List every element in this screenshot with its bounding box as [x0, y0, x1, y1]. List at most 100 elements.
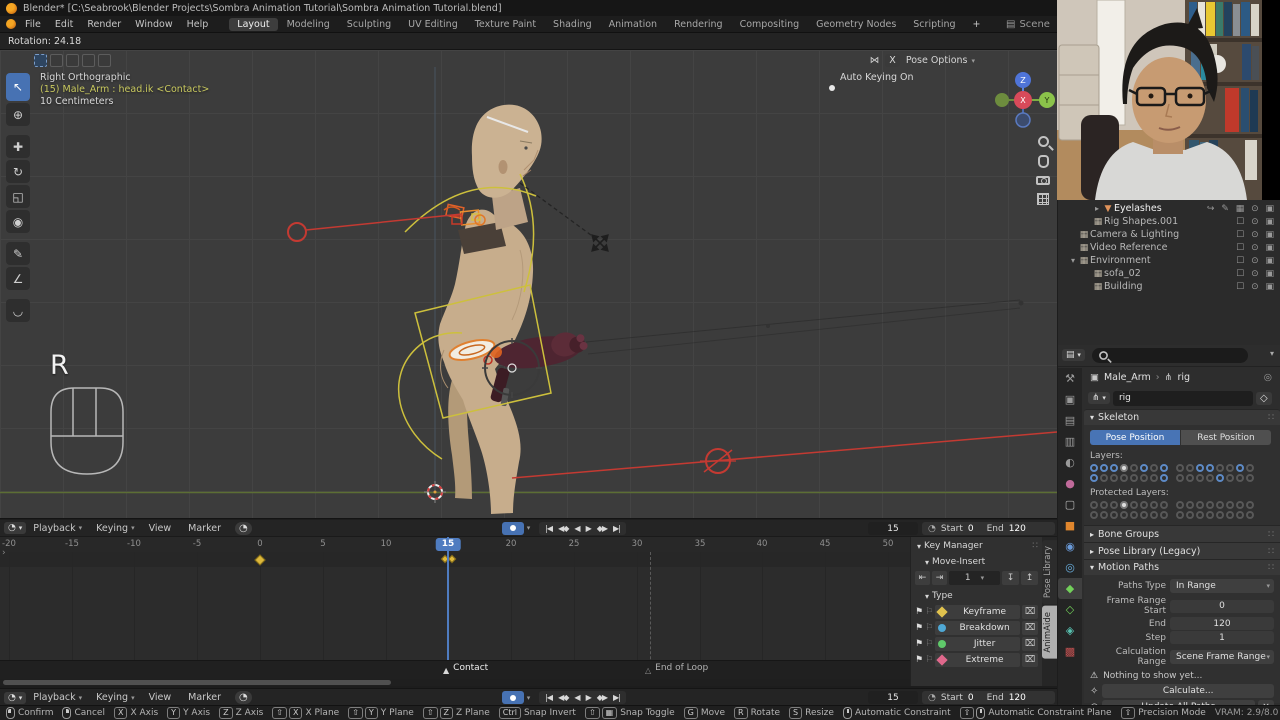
properties-tab[interactable]: ◐	[1058, 452, 1082, 473]
sync-clock-icon[interactable]: ◔	[234, 691, 252, 704]
layer-toggle[interactable]	[1216, 464, 1224, 472]
timeline-menu-item[interactable]: View	[142, 692, 182, 703]
protected-layer-toggle[interactable]	[1120, 511, 1128, 519]
trash-icon[interactable]: ⌧	[1022, 605, 1038, 619]
layer-toggle[interactable]	[1236, 464, 1244, 472]
outliner-row[interactable]: ▾ ▦ Environment ☐ ⊙ ▣	[1058, 254, 1280, 267]
timeline-menu-item[interactable]: Playback ▾	[26, 692, 89, 703]
flag-filled-icon[interactable]: ⚑	[915, 623, 923, 633]
layer-toggle[interactable]	[1186, 464, 1194, 472]
outliner-row[interactable]: ▦ Rig Shapes.001 ☐ ⊙ ▣	[1058, 215, 1280, 228]
id-name-field[interactable]: rig	[1112, 390, 1253, 406]
layer-toggle[interactable]	[1110, 464, 1118, 472]
outliner-item-label[interactable]: Camera & Lighting	[1090, 229, 1179, 240]
playback-button[interactable]: ▶|	[611, 692, 622, 703]
protected-layer-toggle[interactable]	[1216, 511, 1224, 519]
protected-layer-toggle[interactable]	[1150, 501, 1158, 509]
properties-tab[interactable]: ◆	[1058, 578, 1082, 599]
playback-button[interactable]: ◀	[572, 692, 581, 703]
trash-icon[interactable]: ⌧	[1022, 621, 1038, 635]
timeline-menu-item[interactable]: Keying ▾	[89, 692, 141, 703]
layer-toggle[interactable]	[1160, 464, 1168, 472]
timeline-menu-item[interactable]: Keying ▾	[89, 523, 141, 534]
protected-layer-toggle[interactable]	[1176, 501, 1184, 509]
pose-position-button[interactable]: Pose Position	[1090, 430, 1180, 445]
outliner-row[interactable]: ▦ Video Reference ☐ ⊙ ▣	[1058, 241, 1280, 254]
keying-dropdown-icon[interactable]: ▾	[524, 694, 534, 702]
protected-layer-toggle[interactable]	[1206, 511, 1214, 519]
id-type-icon[interactable]: ⋔ ▾	[1088, 392, 1110, 404]
properties-tab[interactable]: ◈	[1058, 620, 1082, 641]
properties-tab[interactable]: ◇	[1058, 599, 1082, 620]
layer-toggle[interactable]	[1100, 474, 1108, 482]
calculate-button[interactable]: Calculate...	[1102, 684, 1274, 698]
timeline-hscrollbar[interactable]	[0, 679, 910, 686]
layer-toggle[interactable]	[1100, 464, 1108, 472]
properties-tab[interactable]: ▤	[1058, 410, 1082, 431]
protected-layer-toggle[interactable]	[1196, 501, 1204, 509]
properties-tab[interactable]: ▣	[1058, 389, 1082, 410]
jump-start-button[interactable]: ⇤	[915, 571, 930, 585]
workspace-tab[interactable]: Shading	[545, 18, 600, 31]
add-workspace-button[interactable]: +	[966, 18, 988, 31]
properties-tab[interactable]: ◎	[1058, 557, 1082, 578]
menu-item[interactable]: Edit	[48, 18, 80, 31]
protected-layer-toggle[interactable]	[1110, 501, 1118, 509]
flag-filled-icon[interactable]: ⚑	[915, 639, 923, 649]
layer-toggle[interactable]	[1226, 464, 1234, 472]
current-frame-chip[interactable]: 15	[435, 538, 461, 551]
layer-toggle[interactable]	[1246, 474, 1254, 482]
properties-tab[interactable]: ▥	[1058, 431, 1082, 452]
paths-type-dropdown[interactable]: In Range ▾	[1170, 579, 1274, 593]
layer-toggle[interactable]	[1150, 464, 1158, 472]
layer-toggle[interactable]	[1110, 474, 1118, 482]
editor-type-selector[interactable]: ▤ ▾	[1062, 349, 1085, 361]
menu-item[interactable]: Help	[180, 18, 216, 31]
protected-layer-toggle[interactable]	[1140, 511, 1148, 519]
playback-button[interactable]: ◀◆	[556, 523, 570, 534]
timeline-menu-item[interactable]: Marker	[181, 692, 231, 703]
auto-keying-record-button[interactable]	[501, 691, 524, 704]
workspace-tab[interactable]: Modeling	[279, 18, 338, 31]
timeline-marker[interactable]: △ End of Loop	[645, 663, 708, 675]
rest-position-button[interactable]: Rest Position	[1181, 430, 1271, 445]
playback-button[interactable]: ◆▶	[595, 692, 609, 703]
flag-outline-icon[interactable]: ⚐	[925, 623, 933, 633]
frame-range-widget[interactable]: ◔ Start 0 End 120	[922, 691, 1055, 704]
flag-outline-icon[interactable]: ⚐	[925, 607, 933, 617]
outliner-row[interactable]: ▸ ▼ Eyelashes ↪ ✎ ▦ ⊙ ▣	[1058, 202, 1280, 215]
frame-range-widget[interactable]: ◔ Start 0 End 120	[922, 522, 1055, 535]
keyframe-type-select[interactable]: Jitter	[935, 637, 1020, 651]
collapsed-panel-header[interactable]: ▸ Pose Library (Legacy) ∷	[1084, 542, 1280, 559]
workspace-tab[interactable]: Scripting	[905, 18, 963, 31]
timeline-menu-item[interactable]: View	[142, 523, 182, 534]
flag-filled-icon[interactable]: ⚑	[915, 655, 923, 665]
timeline-marker[interactable]: ▲ Contact	[443, 663, 488, 675]
breadcrumb-data[interactable]: rig	[1178, 372, 1191, 383]
layer-toggle[interactable]	[1246, 464, 1254, 472]
visibility-toggle-icons[interactable]: ☐ ⊙ ▣	[1236, 217, 1276, 227]
protected-layer-toggle[interactable]	[1100, 511, 1108, 519]
frame-range-start-field[interactable]: 0	[1170, 599, 1274, 613]
auto-keying-record-button[interactable]	[501, 521, 524, 535]
layer-toggle[interactable]	[1196, 474, 1204, 482]
playback-button[interactable]: ◆▶	[595, 523, 609, 534]
region-overflow-icon[interactable]: ›	[2, 548, 6, 558]
properties-search-input[interactable]	[1092, 348, 1248, 363]
sidebar-tab[interactable]: Pose Library	[1042, 540, 1057, 605]
protected-layer-toggle[interactable]	[1236, 501, 1244, 509]
layer-toggle[interactable]	[1176, 474, 1184, 482]
protected-layer-toggle[interactable]	[1130, 511, 1138, 519]
outliner-row[interactable]: ▦ Building ☐ ⊙ ▣	[1058, 280, 1280, 293]
shield-fake-user-icon[interactable]: ◇	[1255, 391, 1272, 405]
workspace-tab[interactable]: Compositing	[732, 18, 808, 31]
outliner-item-label[interactable]: Building	[1104, 281, 1143, 292]
layer-toggle[interactable]	[1226, 474, 1234, 482]
layer-toggle[interactable]	[1236, 474, 1244, 482]
menu-item[interactable]: File	[18, 18, 48, 31]
step-field[interactable]: 1	[1170, 631, 1274, 644]
menu-item[interactable]: Render	[80, 18, 128, 31]
protected-layer-toggle[interactable]	[1246, 511, 1254, 519]
scrollbar-handle[interactable]	[3, 680, 391, 685]
layer-toggle[interactable]	[1206, 464, 1214, 472]
